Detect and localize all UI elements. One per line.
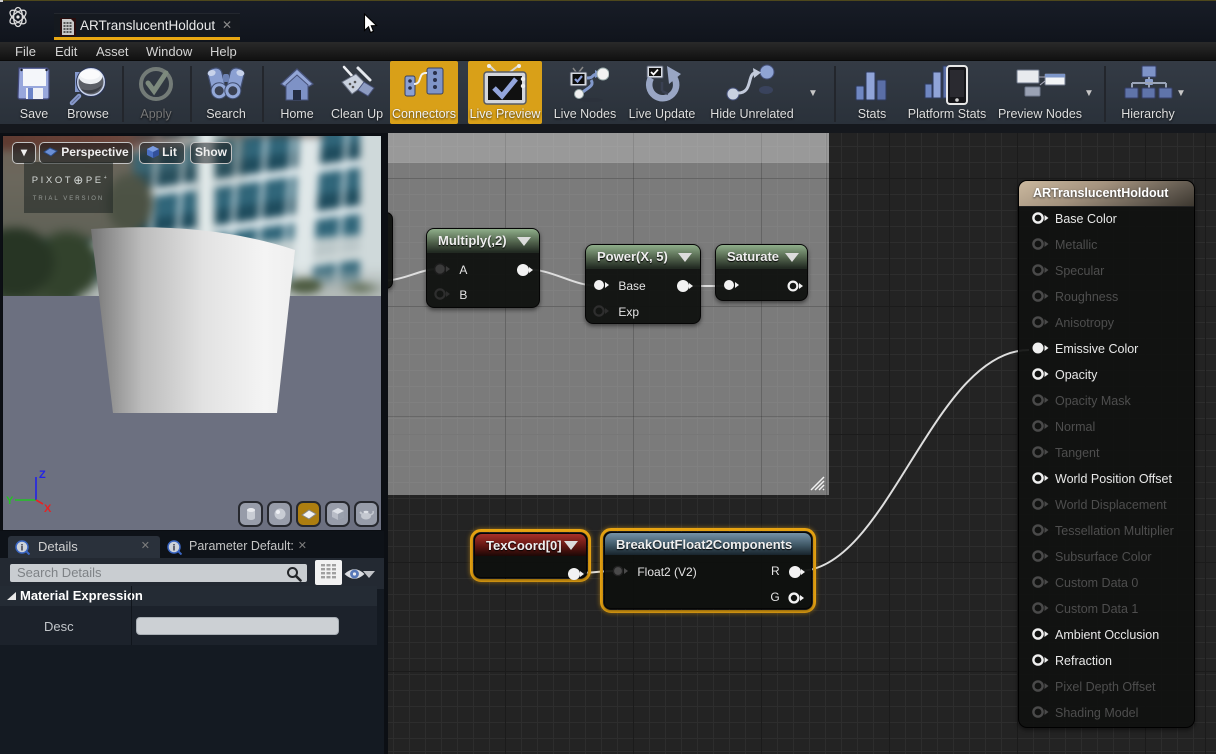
svg-text:i: i xyxy=(173,543,176,553)
svg-text:i: i xyxy=(21,543,24,553)
svg-text:Y: Y xyxy=(6,495,14,507)
svg-text:X: X xyxy=(44,503,52,515)
svg-text:Z: Z xyxy=(39,469,46,481)
